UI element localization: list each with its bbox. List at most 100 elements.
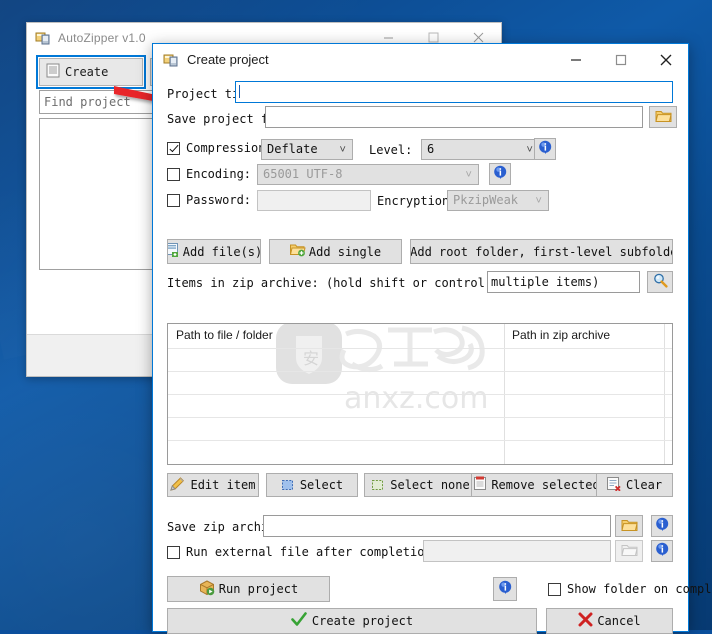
watermark-logo: 安 anxz.com xyxy=(248,323,548,425)
encryption-select[interactable]: PkzipWeak ˅ xyxy=(447,190,549,211)
show-folder-label: Show folder on completion xyxy=(567,582,712,596)
compression-method-select[interactable]: Deflate ˅ xyxy=(261,139,353,160)
edit-item-button[interactable]: Edit item xyxy=(167,473,259,497)
row-separator xyxy=(168,348,672,349)
green-check-icon xyxy=(291,612,307,630)
save-project-browse-button[interactable] xyxy=(649,106,677,128)
create-project-button[interactable]: Create project xyxy=(167,608,537,634)
cancel-label: Cancel xyxy=(597,614,640,628)
document-icon xyxy=(46,63,60,81)
run-external-checkbox[interactable] xyxy=(167,546,180,559)
row-separator xyxy=(168,394,672,395)
run-project-label: Run project xyxy=(219,582,298,596)
dialog-body: Project tit Save project file to: Compre… xyxy=(153,75,688,631)
add-file-icon xyxy=(167,243,180,260)
password-checkbox-row[interactable]: Password: xyxy=(167,193,251,207)
run-external-input[interactable] xyxy=(423,540,611,562)
select-none-icon xyxy=(371,477,385,494)
add-files-label: Add file(s) xyxy=(183,245,261,259)
compression-method-value: Deflate xyxy=(267,142,318,156)
create-project-label: Create project xyxy=(312,614,413,628)
remove-selected-button[interactable]: Remove selected xyxy=(471,473,602,497)
encoding-select[interactable]: 65001 UTF-8 ˅ xyxy=(257,164,479,185)
add-root-folder-button[interactable]: Add root folder, first-level subfolders xyxy=(410,239,673,264)
select-none-button[interactable]: Select none xyxy=(364,473,477,497)
search-icon xyxy=(653,273,668,291)
pencil-icon xyxy=(170,477,185,494)
select-none-label: Select none xyxy=(390,478,469,492)
app-window-icon xyxy=(163,52,179,68)
password-input[interactable] xyxy=(257,190,371,211)
column-header-path-to-file[interactable]: Path to file / folder xyxy=(176,328,273,342)
package-icon xyxy=(199,580,215,599)
run-external-browse-button[interactable] xyxy=(615,540,643,562)
info-icon xyxy=(655,542,670,561)
clear-list-icon xyxy=(607,476,622,494)
compression-label: Compression: xyxy=(186,141,273,155)
chevron-down-icon: ˅ xyxy=(535,191,542,210)
minimize-icon[interactable] xyxy=(553,44,598,75)
close-icon[interactable] xyxy=(643,44,688,75)
create-button[interactable]: Create xyxy=(39,58,143,86)
save-project-file-input[interactable] xyxy=(265,106,643,128)
dialog-titlebar[interactable]: Create project xyxy=(153,44,688,75)
password-checkbox[interactable] xyxy=(167,194,180,207)
items-filter-input[interactable]: multiple items) xyxy=(487,271,640,293)
encryption-label: Encryption: xyxy=(377,194,456,208)
compression-checkbox[interactable] xyxy=(167,142,180,155)
column-header-path-in-zip[interactable]: Path in zip archive xyxy=(512,328,610,342)
cancel-button[interactable]: Cancel xyxy=(546,608,673,634)
select-all-label: Select xyxy=(300,478,343,492)
project-title-input[interactable] xyxy=(235,81,673,103)
edit-item-label: Edit item xyxy=(190,478,255,492)
add-single-button[interactable]: Add single xyxy=(269,239,402,264)
add-single-label: Add single xyxy=(309,245,381,259)
save-zip-browse-button[interactable] xyxy=(615,515,643,537)
run-project-info-button[interactable] xyxy=(493,577,517,601)
row-separator xyxy=(168,371,672,372)
create-button-label: Create xyxy=(65,65,108,79)
select-all-icon xyxy=(281,477,295,494)
run-external-checkbox-row[interactable]: Run external file after completion: xyxy=(167,545,439,559)
info-icon xyxy=(498,580,513,599)
encoding-info-button[interactable] xyxy=(489,163,511,185)
dialog-caption-buttons[interactable] xyxy=(553,44,688,75)
add-files-button[interactable]: Add file(s) xyxy=(167,239,261,264)
run-external-label: Run external file after completion: xyxy=(186,545,439,559)
autozipper-title-text: AutoZipper v1.0 xyxy=(58,31,146,45)
run-project-button[interactable]: Run project xyxy=(167,576,330,602)
items-search-button[interactable] xyxy=(647,271,673,293)
open-folder-icon xyxy=(621,542,638,561)
dialog-title-text: Create project xyxy=(187,52,269,67)
compression-level-value: 6 xyxy=(427,142,434,156)
chevron-down-icon: ˅ xyxy=(339,140,346,159)
compression-level-label: Level: xyxy=(369,143,412,157)
info-icon xyxy=(538,140,553,159)
show-folder-checkbox[interactable] xyxy=(548,583,561,596)
create-project-dialog[interactable]: Create project Project tit Save project … xyxy=(152,43,689,632)
open-folder-icon xyxy=(621,517,638,536)
select-all-button[interactable]: Select xyxy=(266,473,358,497)
run-external-info-button[interactable] xyxy=(651,540,673,562)
encoding-label: Encoding: xyxy=(186,167,251,181)
maximize-icon[interactable] xyxy=(598,44,643,75)
remove-icon xyxy=(473,476,487,494)
show-folder-checkbox-row[interactable]: Show folder on completion xyxy=(548,582,712,596)
clear-list-button[interactable]: Clear xyxy=(596,473,673,497)
add-folder-icon xyxy=(290,243,306,260)
compression-checkbox-row[interactable]: Compression: xyxy=(167,141,273,155)
chevron-down-icon: ˅ xyxy=(526,140,533,159)
info-icon xyxy=(655,517,670,536)
zip-items-list[interactable]: 安 anxz.com Path to file / folder Path in… xyxy=(167,323,673,465)
save-zip-input[interactable] xyxy=(263,515,611,537)
remove-selected-label: Remove selected xyxy=(491,478,599,492)
compression-info-button[interactable] xyxy=(534,138,556,160)
encryption-value: PkzipWeak xyxy=(453,193,518,207)
compression-level-select[interactable]: 6 ˅ xyxy=(421,139,540,160)
info-icon xyxy=(493,165,508,184)
password-label: Password: xyxy=(186,193,251,207)
encoding-checkbox-row[interactable]: Encoding: xyxy=(167,167,251,181)
save-zip-info-button[interactable] xyxy=(651,515,673,537)
row-separator xyxy=(168,417,672,418)
encoding-checkbox[interactable] xyxy=(167,168,180,181)
